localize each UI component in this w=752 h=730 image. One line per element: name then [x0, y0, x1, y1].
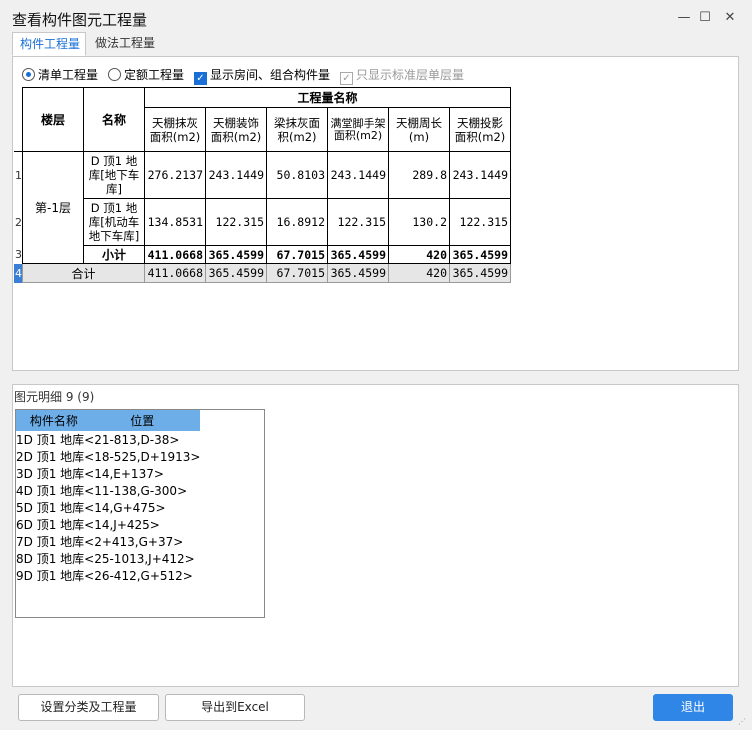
- row-number: 5: [16, 500, 24, 515]
- detail-name-cell[interactable]: D 顶1 地库: [24, 448, 85, 465]
- col-header: 梁抹灰面积(m2): [266, 107, 328, 152]
- subtotal-cell[interactable]: 411.0668: [144, 245, 206, 264]
- row-number: 2: [16, 449, 24, 464]
- tab-component-quantity[interactable]: 构件工程量: [12, 32, 86, 56]
- value-cell[interactable]: 50.8103: [266, 151, 328, 199]
- col-header: 天棚抹灰面积(m2): [144, 107, 206, 152]
- total-cell[interactable]: 365.4599: [327, 263, 389, 283]
- detail-table: 构件名称 位置 1D 顶1 地库 <21-813,D-38> 2D 顶1 地库 <1…: [16, 410, 201, 584]
- checkmark-icon: ✓: [340, 72, 353, 85]
- detail-position-cell[interactable]: <26-412,G+512>: [84, 567, 200, 584]
- radio-icon: [108, 68, 121, 81]
- component-name-cell[interactable]: D 顶1 地库[机动车地下车库]: [83, 198, 145, 246]
- total-label[interactable]: 合计: [22, 263, 145, 283]
- subtotal-cell[interactable]: 365.4599: [327, 245, 389, 264]
- total-cell[interactable]: 420: [388, 263, 450, 283]
- value-cell[interactable]: 122.315: [327, 198, 389, 246]
- standard-floor-checkbox: ✓ 只显示标准层单层量: [340, 66, 464, 85]
- detail-name-cell[interactable]: D 顶1 地库: [24, 465, 85, 482]
- show-room-checkbox[interactable]: ✓ 显示房间、组合构件量: [194, 66, 330, 85]
- detail-position-cell[interactable]: <21-813,D-38>: [84, 431, 200, 448]
- resize-grip-icon[interactable]: ⋰: [738, 717, 748, 727]
- button-bar: 设置分类及工程量 导出到Excel 退出 ⋰: [0, 690, 752, 730]
- detail-title: 图元明细 9 (9): [14, 390, 95, 404]
- detail-panel: 图元明细 9 (9) 构件名称 位置 1D 顶1 地库 <21-813,D-38>…: [12, 384, 739, 687]
- detail-position-cell[interactable]: <25-1013,J+412>: [84, 550, 200, 567]
- subtotal-cell[interactable]: 67.7015: [266, 245, 328, 264]
- detail-name-cell[interactable]: D 顶1 地库: [24, 516, 85, 533]
- row-number: 1: [16, 432, 24, 447]
- subtotal-cell[interactable]: 420: [388, 245, 450, 264]
- detail-name-cell[interactable]: D 顶1 地库: [24, 567, 85, 584]
- col-floor-header: 楼层: [22, 87, 84, 152]
- detail-name-cell[interactable]: D 顶1 地库: [24, 533, 85, 550]
- checkmark-icon: ✓: [194, 72, 207, 85]
- component-name-cell[interactable]: D 顶1 地库[地下车库]: [83, 151, 145, 199]
- col-component-name-header[interactable]: 构件名称: [23, 410, 85, 431]
- floor-cell[interactable]: 第-1层: [22, 151, 84, 264]
- maximize-icon[interactable]: ☐: [695, 8, 715, 28]
- value-cell[interactable]: 134.8531: [144, 198, 206, 246]
- radio-selected-icon: [22, 68, 35, 81]
- value-cell[interactable]: 130.2: [388, 198, 450, 246]
- total-cell[interactable]: 365.4599: [205, 263, 267, 283]
- row-number: 4: [16, 483, 24, 498]
- detail-table-frame: 构件名称 位置 1D 顶1 地库 <21-813,D-38> 2D 顶1 地库 <1…: [15, 409, 265, 618]
- total-cell[interactable]: 411.0668: [144, 263, 206, 283]
- col-header: 天棚投影面积(m2): [449, 107, 511, 152]
- subtotal-cell[interactable]: 365.4599: [449, 245, 511, 264]
- col-position-header[interactable]: 位置: [84, 410, 201, 431]
- detail-position-cell[interactable]: <11-138,G-300>: [84, 482, 200, 499]
- col-header: 满堂脚手架面积(m2): [327, 107, 389, 152]
- row-number: 6: [16, 517, 24, 532]
- quantity-group-header: 工程量名称: [144, 87, 511, 108]
- row-number: 4: [14, 263, 23, 283]
- total-cell[interactable]: 365.4599: [449, 263, 511, 283]
- row-number: 2: [14, 198, 23, 246]
- value-cell[interactable]: 276.2137: [144, 151, 206, 199]
- export-excel-button[interactable]: 导出到Excel: [165, 694, 305, 721]
- tab-method-quantity[interactable]: 做法工程量: [88, 32, 162, 56]
- row-number: 8: [16, 551, 24, 566]
- row-number: 7: [16, 534, 24, 549]
- row-number: 1: [14, 151, 23, 199]
- detail-name-cell[interactable]: D 顶1 地库: [24, 482, 85, 499]
- window-title: 查看构件图元工程量: [12, 11, 148, 29]
- detail-position-cell[interactable]: <18-525,D+1913>: [84, 448, 200, 465]
- row-number: 3: [14, 245, 23, 264]
- value-cell[interactable]: 243.1449: [449, 151, 511, 199]
- detail-position-cell[interactable]: <14,E+137>: [84, 465, 200, 482]
- value-cell[interactable]: 16.8912: [266, 198, 328, 246]
- detail-name-cell[interactable]: D 顶1 地库: [24, 431, 85, 448]
- quantity-table: 楼层 名称 工程量名称 天棚抹灰面积(m2) 天棚装饰面积(m2) 梁抹灰面积(…: [14, 87, 511, 283]
- subtotal-label[interactable]: 小计: [83, 245, 145, 264]
- bill-quantity-radio[interactable]: 清单工程量: [22, 66, 98, 83]
- panel-splitter[interactable]: [12, 371, 739, 385]
- col-header: 天棚周长(m): [388, 107, 450, 152]
- row-number: 9: [16, 568, 24, 583]
- col-name-header: 名称: [83, 87, 145, 152]
- detail-name-cell[interactable]: D 顶1 地库: [24, 499, 85, 516]
- minimize-icon[interactable]: —: [674, 8, 694, 28]
- exit-button[interactable]: 退出: [653, 694, 733, 721]
- total-cell[interactable]: 67.7015: [266, 263, 328, 283]
- subtotal-cell[interactable]: 365.4599: [205, 245, 267, 264]
- detail-position-cell[interactable]: <2+413,G+37>: [84, 533, 200, 550]
- row-number: 3: [16, 466, 24, 481]
- value-cell[interactable]: 122.315: [205, 198, 267, 246]
- detail-position-cell[interactable]: <14,G+475>: [84, 499, 200, 516]
- close-icon[interactable]: ✕: [720, 8, 740, 28]
- quota-quantity-radio[interactable]: 定额工程量: [108, 66, 184, 83]
- title-bar: 查看构件图元工程量 — ☐ ✕: [0, 0, 752, 36]
- value-cell[interactable]: 289.8: [388, 151, 450, 199]
- quantity-panel: 清单工程量 定额工程量 ✓ 显示房间、组合构件量 ✓ 只显示标准层单层量 楼层 名称…: [12, 56, 739, 371]
- detail-name-cell[interactable]: D 顶1 地库: [24, 550, 85, 567]
- detail-position-cell[interactable]: <14,J+425>: [84, 516, 200, 533]
- set-category-button[interactable]: 设置分类及工程量: [18, 694, 159, 721]
- col-header: 天棚装饰面积(m2): [205, 107, 267, 152]
- value-cell[interactable]: 122.315: [449, 198, 511, 246]
- value-cell[interactable]: 243.1449: [327, 151, 389, 199]
- value-cell[interactable]: 243.1449: [205, 151, 267, 199]
